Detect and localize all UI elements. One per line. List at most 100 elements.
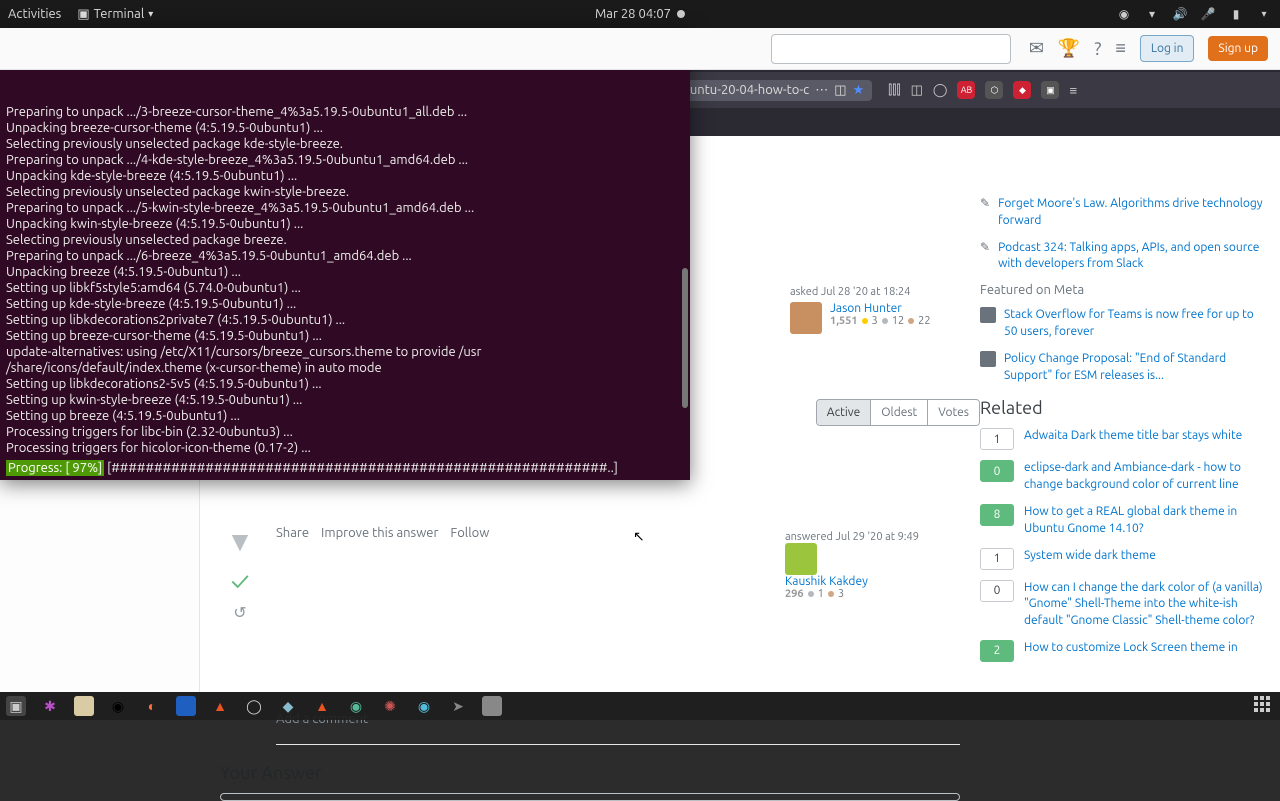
clock[interactable]: Mar 28 04:07 [595, 7, 685, 21]
dock-vlc-icon[interactable]: ▲ [312, 696, 332, 716]
asker-card: asked Jul 28 '20 at 18:24 Jason Hunter 1… [790, 286, 980, 334]
inbox-icon[interactable]: ✉ [1029, 38, 1044, 59]
achievements-icon[interactable]: 🏆 [1058, 38, 1080, 59]
share-link[interactable]: Share [276, 526, 309, 540]
tab-active[interactable]: Active [817, 400, 870, 425]
answerer-rep: 296 1 3 [785, 588, 980, 600]
terminal-output[interactable]: Preparing to unpack .../3-breeze-cursor-… [0, 68, 690, 480]
dock-app5-icon[interactable]: ◆ [278, 696, 298, 716]
dock-app3-icon[interactable]: ▲ [210, 696, 230, 716]
related-link[interactable]: Adwaita Dark theme title bar stays white [1024, 428, 1242, 445]
meta-icon [980, 351, 996, 367]
signup-button[interactable]: Sign up [1208, 36, 1268, 61]
sidebar-icon[interactable]: ◫ [911, 83, 923, 98]
related-count-badge: 0 [980, 580, 1014, 602]
dock-firefox-icon[interactable]: ◐ [142, 696, 162, 716]
account-icon[interactable]: ◯ [933, 83, 948, 98]
asker-name[interactable]: Jason Hunter [830, 302, 931, 315]
community-icon[interactable]: ≡ [1115, 38, 1126, 59]
tab-votes[interactable]: Votes [927, 400, 979, 425]
dock-files-icon[interactable]: ▣ [6, 696, 26, 716]
ext4-icon[interactable]: ▣ [1041, 81, 1059, 99]
terminal-line: Setting up kde-style-breeze (4:5.19.5-0u… [6, 296, 684, 312]
reader-icon[interactable]: ◫ [834, 83, 846, 98]
help-icon[interactable]: ? [1094, 39, 1101, 59]
clock-label: Mar 28 04:07 [595, 7, 671, 21]
library-icon[interactable]: ⫿⫿⫿ [888, 83, 900, 98]
improve-link[interactable]: Improve this answer [321, 526, 438, 540]
app-menu[interactable]: ▣ Terminal ▾ [77, 7, 153, 22]
so-right-sidebar: ✎Forget Moore's Law. Algorithms drive te… [980, 136, 1280, 692]
dock-app7-icon[interactable]: ✺ [380, 696, 400, 716]
terminal-line: Unpacking kwin-style-breeze (4:5.19.5-0u… [6, 216, 684, 232]
meta-item[interactable]: Stack Overflow for Teams is now free for… [980, 307, 1266, 341]
terminal-line: Processing triggers for libc-bin (2.32-0… [6, 424, 684, 440]
pencil-icon: ✎ [980, 196, 990, 230]
terminal-line: Setting up kwin-style-breeze (4:5.19.5-0… [6, 392, 684, 408]
scrollbar-thumb[interactable] [682, 268, 688, 408]
adblock-ext-icon[interactable]: AB [957, 81, 975, 99]
terminal-line: update-alternatives: using /etc/X11/curs… [6, 344, 684, 360]
login-button[interactable]: Log in [1140, 35, 1195, 62]
meta-item[interactable]: Policy Change Proposal: "End of Standard… [980, 351, 1266, 385]
dock-app1-icon[interactable]: ✱ [40, 696, 60, 716]
screencast-icon[interactable]: ◉ [1116, 6, 1132, 22]
terminal-icon: ▣ [77, 7, 89, 22]
dock-app6-icon[interactable]: ◉ [346, 696, 366, 716]
dock-app4-icon[interactable]: ◯ [244, 696, 264, 716]
dock-app2-icon[interactable] [176, 696, 196, 716]
related-link[interactable]: How to customize Lock Screen theme in [1024, 640, 1238, 657]
blog-item[interactable]: ✎Podcast 324: Talking apps, APIs, and op… [980, 240, 1266, 274]
follow-link[interactable]: Follow [450, 526, 489, 540]
dock-app10-icon[interactable] [482, 696, 502, 716]
terminal-line: Selecting previously unselected package … [6, 232, 684, 248]
show-applications-icon[interactable] [1254, 696, 1274, 716]
dock: ▣ ✱ ◉ ◐ ▲ ◯ ◆ ▲ ◉ ✺ ◉ ➤ [0, 692, 1280, 720]
related-count-badge: 1 [980, 428, 1014, 450]
blog-item[interactable]: ✎Forget Moore's Law. Algorithms drive te… [980, 196, 1266, 230]
dock-app9-icon[interactable]: ➤ [448, 696, 468, 716]
mic-icon[interactable]: 🎤 [1200, 6, 1216, 22]
search-input[interactable] [771, 34, 1011, 64]
app-menu-label: Terminal [94, 7, 145, 21]
terminal-scrollbar[interactable] [680, 68, 688, 476]
system-tray: ◉ ▾ 🔊 🎤 ▮ ▾ [1116, 6, 1272, 22]
dock-nautilus-icon[interactable] [74, 696, 94, 716]
terminal-line: Processing triggers for hicolor-icon-the… [6, 440, 684, 456]
overflow-icon[interactable]: ⋯ [815, 83, 828, 98]
chevron-down-icon: ▾ [148, 8, 153, 20]
featured-heading: Featured on Meta [980, 283, 1266, 297]
tab-oldest[interactable]: Oldest [870, 400, 927, 425]
history-icon[interactable]: ↺ [233, 603, 246, 622]
hamburger-menu-icon[interactable]: ≡ [1069, 83, 1077, 98]
answerer-name[interactable]: Kaushik Kakdey [785, 575, 980, 588]
related-link[interactable]: How can I change the dark color of (a va… [1024, 580, 1266, 630]
volume-icon[interactable]: 🔊 [1172, 6, 1188, 22]
asked-when: asked Jul 28 '20 at 18:24 [790, 286, 980, 298]
related-count-badge: 0 [980, 460, 1014, 482]
answer-editor[interactable] [220, 793, 960, 801]
bookmark-star-icon[interactable]: ★ [852, 83, 864, 98]
ext3-icon[interactable]: ◆ [1013, 81, 1031, 99]
downvote-icon[interactable]: ▼ [226, 526, 254, 558]
battery-icon[interactable]: ▮ [1228, 6, 1244, 22]
power-menu-icon[interactable]: ▾ [1256, 6, 1272, 22]
terminal-line: Setting up libkdecorations2private7 (4:5… [6, 312, 684, 328]
terminal-line: Preparing to unpack .../6-breeze_4%3a5.1… [6, 248, 684, 264]
terminal-line: Unpacking breeze-cursor-theme (4:5.19.5-… [6, 120, 684, 136]
terminal-window: ⊞ ubuntu@ubuntu-ThinkPad-E590: ~ 🔍 ≡ — ▢… [0, 28, 690, 480]
terminal-line: Unpacking breeze (4:5.19.5-0ubuntu1) ... [6, 264, 684, 280]
avatar[interactable] [790, 302, 822, 334]
related-item: 0 eclipse-dark and Ambiance-dark - how to… [980, 460, 1266, 494]
dock-chrome-icon[interactable]: ◉ [108, 696, 128, 716]
avatar[interactable] [785, 543, 817, 575]
related-link[interactable]: System wide dark theme [1024, 548, 1156, 565]
wifi-icon[interactable]: ▾ [1144, 6, 1160, 22]
activities-button[interactable]: Activities [8, 7, 61, 21]
ext2-icon[interactable]: ⬡ [985, 81, 1003, 99]
asker-rep: 1,551 3 12 22 [830, 315, 931, 327]
pencil-icon: ✎ [980, 240, 990, 274]
related-link[interactable]: How to get a REAL global dark theme in U… [1024, 504, 1266, 538]
related-link[interactable]: eclipse-dark and Ambiance-dark - how to … [1024, 460, 1266, 494]
dock-app8-icon[interactable]: ◉ [414, 696, 434, 716]
